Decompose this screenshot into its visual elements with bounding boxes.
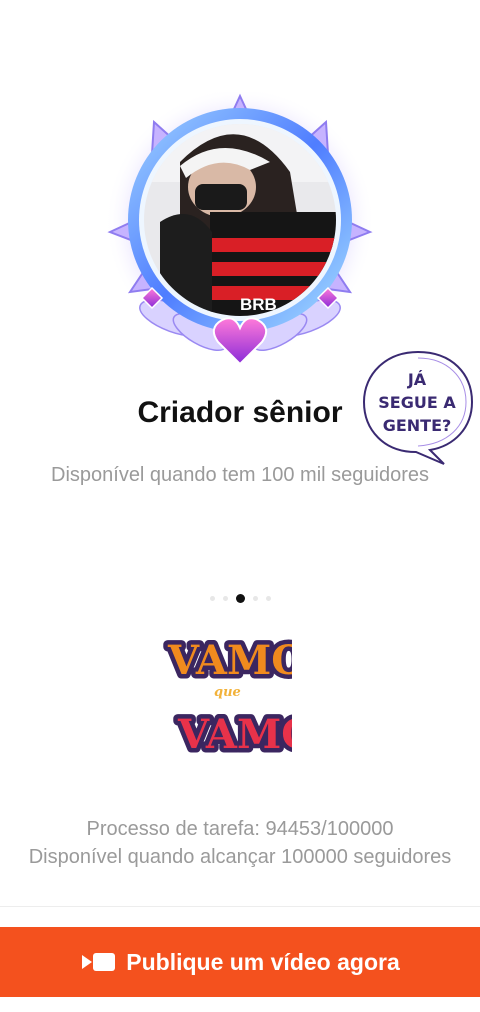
task-requirement-text: Disponível quando alcançar 100000 seguid… (28, 846, 452, 868)
sticker-line-3: GENTE? (382, 416, 452, 435)
carousel-dot-active[interactable] (235, 593, 245, 603)
carousel-dot[interactable] (252, 595, 258, 601)
creator-badge: BRB (105, 92, 375, 366)
sticker-line-2: SEGUE A (378, 393, 456, 412)
video-camera-icon (82, 953, 116, 971)
badge-requirement: Disponível quando tem 100 mil seguidores (51, 464, 429, 486)
carousel-dot[interactable] (222, 595, 228, 601)
publish-video-button[interactable]: Publique um vídeo agora (0, 927, 480, 997)
task-progress-text: Processo de tarefa: 94453/100000 (86, 818, 394, 840)
logo-word-1: VAMO (167, 637, 292, 684)
logo-word-2: que (214, 685, 241, 700)
vamo-que-vamo-logo: VAMO VAMO que VAMO VAMO (163, 633, 293, 763)
sticker-line-1: JÁ (407, 370, 427, 389)
carousel-pagination (0, 592, 480, 604)
follow-sticker-text: JÁ SEGUE A GENTE? (362, 368, 472, 437)
divider (0, 906, 480, 907)
publish-video-label: Publique um vídeo agora (126, 948, 400, 975)
carousel-dot[interactable] (265, 595, 271, 601)
carousel-dot[interactable] (209, 595, 215, 601)
logo-word-3: VAMO (177, 711, 292, 758)
